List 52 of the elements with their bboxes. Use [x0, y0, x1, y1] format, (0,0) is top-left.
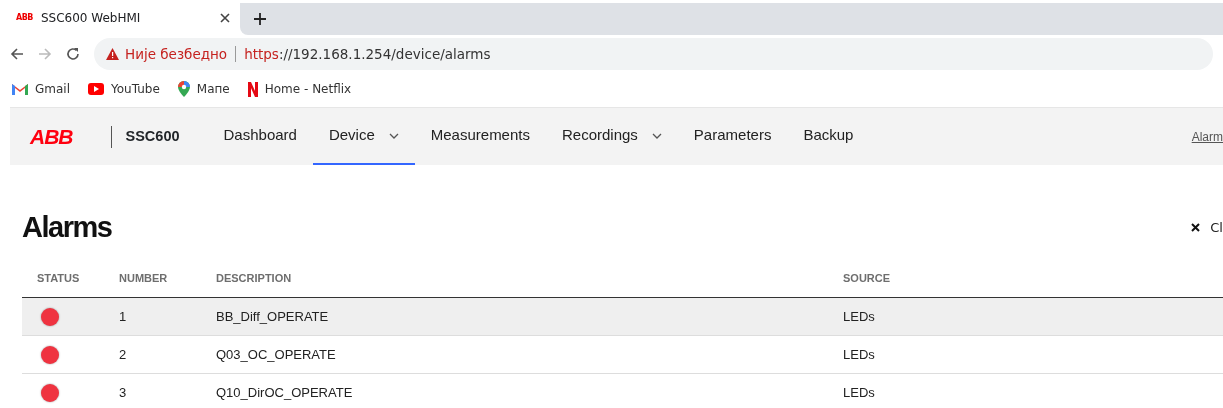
close-icon — [1191, 223, 1201, 232]
product-name: SSC600 — [125, 126, 180, 146]
back-arrow-icon — [10, 47, 24, 61]
bookmark[interactable]: Мапе — [177, 80, 230, 98]
close-icon — [220, 12, 230, 23]
nav-tab[interactable]: Dashboard — [207, 108, 313, 165]
table-row[interactable]: 1 BB_Diff_OPERATE LEDs — [22, 298, 1223, 336]
security-warning: Није безбедно — [125, 44, 228, 64]
table-cell-text: 3 — [119, 383, 128, 402]
clear-button[interactable]: Cl — [1191, 217, 1223, 238]
plus-icon — [254, 13, 266, 25]
table-cell-text: LEDs — [843, 345, 876, 364]
nav-tab[interactable]: Backup — [787, 108, 870, 165]
table-cell-text: Q03_OC_OPERATE — [216, 345, 337, 364]
reload-icon — [66, 47, 80, 61]
url-text: https://192.168.1.254/device/alarms — [244, 44, 491, 64]
column-header: DESCRIPTION — [216, 271, 293, 287]
page-title: Alarms — [22, 210, 112, 245]
bookmark[interactable]: YouTube — [88, 80, 160, 98]
table-cell-text: Q10_DirOC_OPERATE — [216, 383, 354, 402]
column-header: STATUS — [36, 271, 81, 287]
table-cell-text: 1 — [119, 307, 128, 326]
gmail-icon — [12, 83, 28, 95]
table-cell-text: BB_Diff_OPERATE — [216, 307, 330, 326]
table-cell-text: LEDs — [843, 307, 876, 326]
table-cell-text: LEDs — [843, 383, 876, 402]
favicon-text: ABB — [16, 11, 33, 24]
bookmark[interactable]: Gmail — [12, 80, 70, 98]
back-button[interactable] — [10, 47, 24, 61]
bookmark[interactable]: Home - Netflix — [247, 80, 352, 98]
nav-tab[interactable]: Recordings — [546, 108, 678, 165]
close-tab-button[interactable] — [220, 12, 230, 23]
column-header: NUMBER — [119, 271, 169, 287]
reload-button[interactable] — [66, 47, 80, 61]
new-tab-button[interactable] — [254, 13, 266, 25]
table-row[interactable]: 3 Q10_DirOC_OPERATE LEDs — [22, 374, 1223, 408]
address-bar[interactable]: Није безбедно https://192.168.1.254/device/alarms — [94, 38, 1213, 70]
play-icon — [88, 83, 104, 95]
table-cell-text: 2 — [119, 345, 128, 364]
alarm-link[interactable]: Alarm — [1191, 127, 1223, 146]
browser-tab[interactable]: ABB SSC600 WebHMI — [0, 0, 240, 35]
column-header: SOURCE — [843, 271, 892, 287]
table-row[interactable]: 2 Q03_OC_OPERATE LEDs — [22, 336, 1223, 374]
nav-tab[interactable]: Parameters — [677, 108, 788, 165]
n-logo-icon — [247, 81, 258, 97]
warning-icon — [106, 48, 119, 60]
nav-tab[interactable]: Device — [312, 108, 415, 165]
forward-arrow-icon — [38, 47, 52, 61]
map-pin-icon — [177, 81, 190, 97]
logo[interactable]: ABB — [30, 120, 73, 153]
nav-tab[interactable]: Measurements — [414, 108, 546, 165]
tab-title: SSC600 WebHMI — [40, 9, 141, 27]
